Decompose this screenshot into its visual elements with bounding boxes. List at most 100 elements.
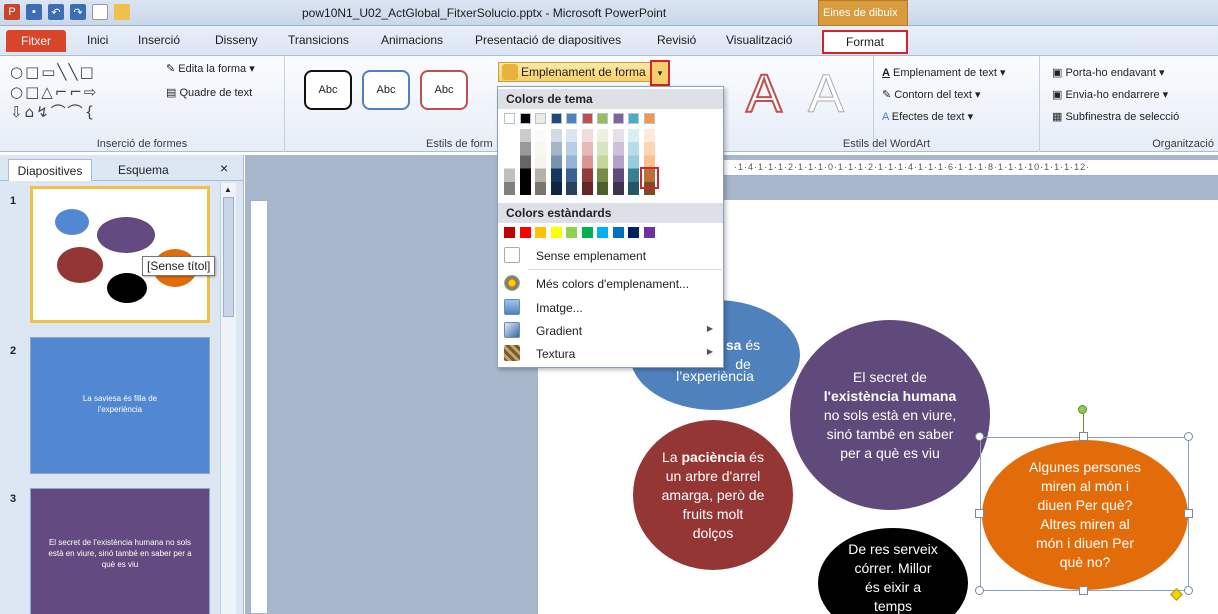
standard-color-swatch[interactable] xyxy=(550,227,562,238)
standard-color-swatch[interactable] xyxy=(519,227,531,238)
send-backward-button[interactable]: ▣ Envia-ho endarrere ▾ xyxy=(1052,88,1168,101)
insert-shapes-group: ○□▭╲╲□ ○□△⌐⌐⇨ ⇩⌂↯⌒⌒{ ✎ Edita la forma ▾ ▤ … xyxy=(0,56,285,152)
speech-bubble-secret[interactable]: El secret de l'existència humana no sols… xyxy=(790,320,990,510)
panel-scrollbar[interactable]: ▲ xyxy=(220,183,236,614)
slide-number: 2 xyxy=(10,345,17,357)
redo-icon[interactable]: ↷ xyxy=(70,4,86,20)
resize-handle-n[interactable] xyxy=(1079,432,1088,441)
theme-color-swatch[interactable] xyxy=(519,113,531,124)
slide-number: 1 xyxy=(10,195,17,207)
selection-frame xyxy=(980,437,1189,591)
insert-shapes-label: Inserció de formes xyxy=(96,138,188,150)
new-document-icon[interactable] xyxy=(92,4,108,20)
horizontal-ruler: ·1·4·1·1·1·2·1·1·1·0·1·1·1·2·1·1·1·4·1·1… xyxy=(722,160,1218,176)
arrange-group: ▣ Porta-ho endavant ▾ ▣ Envia-ho endarre… xyxy=(1042,56,1218,152)
resize-handle-e[interactable] xyxy=(1184,509,1193,518)
speech-bubble-patience[interactable]: La paciència és un arbre d'arrel amarga,… xyxy=(633,420,793,570)
theme-color-shades[interactable] xyxy=(504,129,515,195)
standard-color-swatch[interactable] xyxy=(535,227,546,238)
theme-color-swatch[interactable] xyxy=(566,113,577,124)
theme-color-swatch[interactable] xyxy=(535,113,546,124)
theme-color-shades[interactable] xyxy=(519,129,531,195)
standard-color-swatch[interactable] xyxy=(597,227,608,238)
tab-format[interactable]: Format xyxy=(822,30,908,54)
theme-color-swatch[interactable] xyxy=(597,113,608,124)
shape-fill-button[interactable]: Emplenament de forma xyxy=(498,62,670,82)
texture-fill-item[interactable]: Textura ▶ xyxy=(498,343,723,365)
tab-animations[interactable]: Animacions xyxy=(381,33,443,47)
shapes-gallery[interactable]: ○□▭╲╲□ ○□△⌐⌐⇨ ⇩⌂↯⌒⌒{ xyxy=(10,62,99,122)
open-folder-icon[interactable] xyxy=(114,4,130,20)
bring-forward-button[interactable]: ▣ Porta-ho endavant ▾ xyxy=(1052,66,1165,79)
palette-icon xyxy=(504,275,520,291)
tab-transitions[interactable]: Transicions xyxy=(288,33,349,47)
image-fill-item[interactable]: Imatge... xyxy=(498,297,723,319)
arrange-label: Organització xyxy=(1152,138,1214,150)
slides-panel: Diapositives Esquema × 1 2 La saviesa és… xyxy=(0,155,244,614)
theme-color-shades[interactable] xyxy=(550,129,562,195)
standard-color-swatch[interactable] xyxy=(581,227,593,238)
wordart-red[interactable]: A xyxy=(745,63,783,125)
slide-number: 3 xyxy=(10,493,17,505)
theme-color-swatch[interactable] xyxy=(612,113,624,124)
slide-thumbnail-3[interactable]: El secret de l'existència humana no sols… xyxy=(30,488,210,614)
gradient-fill-item[interactable]: Gradient ▶ xyxy=(498,320,723,342)
resize-handle-nw[interactable] xyxy=(975,432,984,441)
rotation-handle[interactable] xyxy=(1078,405,1087,414)
theme-color-shades[interactable] xyxy=(535,129,546,195)
no-fill-item[interactable]: Sense emplenament xyxy=(498,245,723,267)
edit-shape-button[interactable]: ✎ Edita la forma ▾ xyxy=(166,62,255,75)
standard-color-swatch[interactable] xyxy=(504,227,515,238)
more-fill-colors-item[interactable]: Més colors d'emplenament... xyxy=(498,273,723,295)
style-blue[interactable]: Abc xyxy=(362,70,410,110)
picture-icon xyxy=(504,299,520,315)
save-icon[interactable]: ▪ xyxy=(26,4,42,20)
theme-color-shades[interactable] xyxy=(612,129,624,195)
selection-pane-button[interactable]: ▦ Subfinestra de selecció xyxy=(1052,110,1179,123)
close-icon[interactable]: × xyxy=(220,160,228,176)
tab-slideshow[interactable]: Presentació de diapositives xyxy=(475,33,621,47)
style-black[interactable]: Abc xyxy=(304,70,352,110)
style-red[interactable]: Abc xyxy=(420,70,468,110)
undo-icon[interactable]: ↶ xyxy=(48,4,64,20)
drawing-tools-label: Eines de dibuix xyxy=(818,0,908,26)
resize-handle-w[interactable] xyxy=(975,509,984,518)
resize-handle-sw[interactable] xyxy=(975,586,984,595)
tab-outline[interactable]: Esquema xyxy=(118,163,169,177)
wordart-outline[interactable]: A xyxy=(807,64,844,125)
title-bar: P ▪ ↶ ↷ pow10N1_U02_ActGlobal_FitxerSolu… xyxy=(0,0,1218,26)
slide-thumbnail-2[interactable]: La saviesa és filla de l'experiència xyxy=(30,337,210,474)
theme-color-swatch[interactable] xyxy=(628,113,639,124)
text-effects-button[interactable]: A Efectes de text ▾ xyxy=(882,110,973,123)
resize-handle-s[interactable] xyxy=(1079,586,1088,595)
standard-color-swatch[interactable] xyxy=(628,227,639,238)
standard-color-swatch[interactable] xyxy=(566,227,577,238)
tab-home[interactable]: Inici xyxy=(87,33,108,47)
wordart-group: A Emplenament de text ▾ ✎ Contorn del te… xyxy=(843,56,1040,152)
theme-color-swatch[interactable] xyxy=(643,113,655,124)
theme-color-shades[interactable] xyxy=(566,129,577,195)
shape-fill-dropdown-arrow[interactable]: ▾ xyxy=(650,60,670,86)
theme-color-shades[interactable] xyxy=(581,129,593,195)
tab-insert[interactable]: Inserció xyxy=(138,33,180,47)
resize-handle-se[interactable] xyxy=(1184,586,1193,595)
text-box-button[interactable]: ▤ Quadre de text xyxy=(166,86,252,99)
resize-handle-ne[interactable] xyxy=(1184,432,1193,441)
bubble-wisdom-line3: l’experiència xyxy=(676,368,754,384)
text-outline-button[interactable]: ✎ Contorn del text ▾ xyxy=(882,88,981,101)
standard-color-swatch[interactable] xyxy=(643,227,655,238)
theme-color-swatch[interactable] xyxy=(581,113,593,124)
slide-thumbnail-1[interactable] xyxy=(30,186,210,323)
tab-slides[interactable]: Diapositives xyxy=(8,159,92,181)
theme-color-swatch[interactable] xyxy=(550,113,562,124)
tab-file[interactable]: Fitxer xyxy=(6,30,66,52)
powerpoint-app-icon[interactable]: P xyxy=(4,4,20,20)
tab-design[interactable]: Disseny xyxy=(215,33,258,47)
theme-color-shades[interactable] xyxy=(628,129,639,195)
text-fill-button[interactable]: A Emplenament de text ▾ xyxy=(882,66,1006,79)
tab-review[interactable]: Revisió xyxy=(657,33,696,47)
standard-color-swatch[interactable] xyxy=(612,227,624,238)
theme-color-shades[interactable] xyxy=(597,129,608,195)
tab-view[interactable]: Visualització xyxy=(726,33,792,47)
theme-color-swatch[interactable] xyxy=(504,113,515,124)
